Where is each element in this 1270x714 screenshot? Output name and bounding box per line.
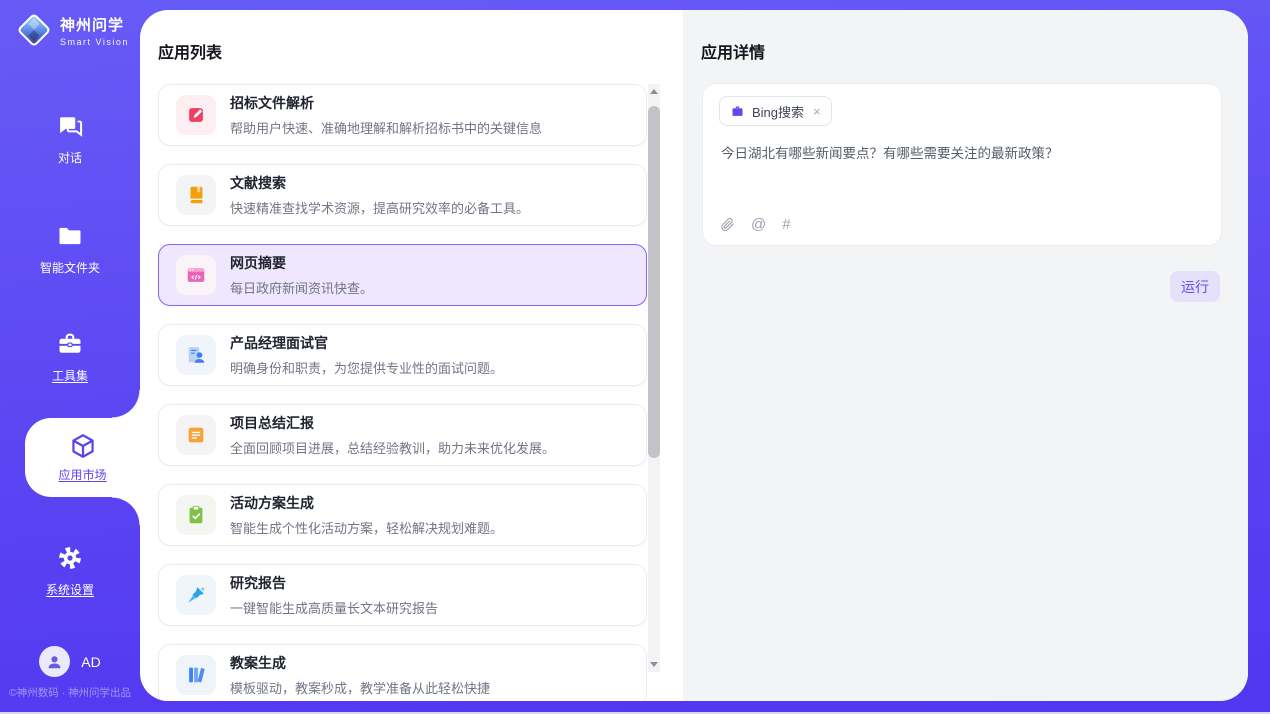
brand-subtitle: Smart Vision (60, 37, 129, 47)
app-card[interactable]: 教案生成 模板驱动，教案秒成，教学准备从此轻松快捷 (158, 644, 647, 701)
app-card[interactable]: 产品经理面试官 明确身份和职责，为您提供专业性的面试问题。 (158, 324, 647, 386)
prompt-card: Bing搜索 × 今日湖北有哪些新闻要点？有哪些需要关注的最新政策？ @ # (702, 83, 1222, 246)
sidebar-item-app-market[interactable]: 应用市场 (25, 418, 140, 497)
app-card-desc: 全面回顾项目进展，总结经验教训，助力未来优化发展。 (230, 438, 555, 457)
app-card-title: 招标文件解析 (230, 93, 542, 113)
app-card-desc: 帮助用户快速、准确地理解和解析招标书中的关键信息 (230, 118, 542, 137)
app-card-title: 网页摘要 (230, 253, 373, 273)
main-panel: 应用列表 招标文件解析 帮助用户快速、准确地理解和解析招标书中的关键信息 文献搜… (140, 10, 1248, 701)
app-card-title: 研究报告 (230, 573, 438, 593)
cube-icon (69, 432, 97, 460)
user-row[interactable]: AD (0, 646, 140, 677)
copyright: ©神州数码 · 神州问学出品 (0, 685, 140, 700)
brand-logo-icon (15, 11, 53, 49)
attach-toolbar: @ # (720, 217, 791, 232)
app-card-title: 产品经理面试官 (230, 333, 503, 353)
at-mention-icon[interactable]: @ (751, 217, 766, 232)
sidebar-item-toolset[interactable]: 工具集 (0, 330, 140, 384)
browser-icon (176, 255, 216, 295)
brand: 神州问学 Smart Vision (15, 11, 129, 49)
app-detail-section: 应用详情 Bing搜索 × 今日湖北有哪些新闻要点？有哪些需要关注的最新政策？ … (683, 10, 1248, 701)
app-card-desc: 一键智能生成高质量长文本研究报告 (230, 598, 438, 617)
doc-edit-icon (176, 95, 216, 135)
app-card-title: 教案生成 (230, 653, 490, 673)
app-list-section: 应用列表 招标文件解析 帮助用户快速、准确地理解和解析招标书中的关键信息 文献搜… (140, 10, 683, 701)
scroll-up-icon[interactable] (650, 89, 658, 94)
app-card[interactable]: 网页摘要 每日政府新闻资讯快查。 (158, 244, 647, 306)
avatar[interactable] (39, 646, 70, 677)
prompt-input[interactable]: 今日湖北有哪些新闻要点？有哪些需要关注的最新政策？ (721, 144, 1203, 164)
folder-icon (56, 222, 84, 250)
app-card-desc: 快速精准查找学术资源，提高研究效率的必备工具。 (230, 198, 529, 217)
scrollbar-thumb[interactable] (648, 106, 660, 458)
briefcase-icon (730, 104, 745, 119)
app-card-desc: 每日政府新闻资讯快查。 (230, 278, 373, 297)
interviewer-icon (176, 335, 216, 375)
scrollbar[interactable] (648, 84, 660, 672)
sidebar-item-label: 工具集 (52, 367, 88, 384)
app-card[interactable]: 招标文件解析 帮助用户快速、准确地理解和解析招标书中的关键信息 (158, 84, 647, 146)
sidebar-item-chat[interactable]: 对话 (0, 112, 140, 166)
brand-name: 神州问学 (60, 14, 129, 35)
sidebar-item-label: 对话 (58, 149, 82, 166)
clipboard-check-icon (176, 495, 216, 535)
scroll-down-icon[interactable] (650, 662, 658, 667)
app-list-title: 应用列表 (158, 39, 222, 63)
gear-icon (56, 544, 84, 572)
tool-chip-bing-search[interactable]: Bing搜索 × (719, 96, 832, 126)
hash-icon[interactable]: # (782, 217, 790, 232)
app-card-desc: 智能生成个性化活动方案，轻松解决规划难题。 (230, 518, 503, 537)
chip-close-icon[interactable]: × (813, 104, 821, 119)
app-card-list: 招标文件解析 帮助用户快速、准确地理解和解析招标书中的关键信息 文献搜索 快速精… (158, 84, 647, 701)
app-card[interactable]: 活动方案生成 智能生成个性化活动方案，轻松解决规划难题。 (158, 484, 647, 546)
app-card-desc: 明确身份和职责，为您提供专业性的面试问题。 (230, 358, 503, 377)
sidebar-item-label: 应用市场 (58, 466, 106, 483)
app-card[interactable]: 项目总结汇报 全面回顾项目进展，总结经验教训，助力未来优化发展。 (158, 404, 647, 466)
tool-chip-label: Bing搜索 (752, 102, 804, 121)
user-name: AD (81, 654, 100, 670)
run-button[interactable]: 运行 (1170, 271, 1220, 302)
app-card-desc: 模板驱动，教案秒成，教学准备从此轻松快捷 (230, 678, 490, 697)
books-icon (176, 655, 216, 695)
book-icon (176, 175, 216, 215)
ink-pen-icon (176, 575, 216, 615)
sidebar-item-smart-folder[interactable]: 智能文件夹 (0, 222, 140, 276)
app-card-title: 活动方案生成 (230, 493, 503, 513)
sidebar-item-label: 系统设置 (46, 581, 94, 598)
sidebar-item-settings[interactable]: 系统设置 (0, 544, 140, 598)
app-card[interactable]: 研究报告 一键智能生成高质量长文本研究报告 (158, 564, 647, 626)
toolbox-icon (56, 330, 84, 358)
app-card[interactable]: 文献搜索 快速精准查找学术资源，提高研究效率的必备工具。 (158, 164, 647, 226)
sidebar: 神州问学 Smart Vision 对话 智能文件夹 工具集 应用市场 系统设置… (0, 0, 140, 714)
sidebar-item-label: 智能文件夹 (40, 259, 100, 276)
paperclip-icon[interactable] (720, 217, 735, 232)
app-card-title: 文献搜索 (230, 173, 529, 193)
chat-icon (56, 112, 84, 140)
app-detail-title: 应用详情 (701, 39, 765, 63)
report-note-icon (176, 415, 216, 455)
app-card-title: 项目总结汇报 (230, 413, 555, 433)
